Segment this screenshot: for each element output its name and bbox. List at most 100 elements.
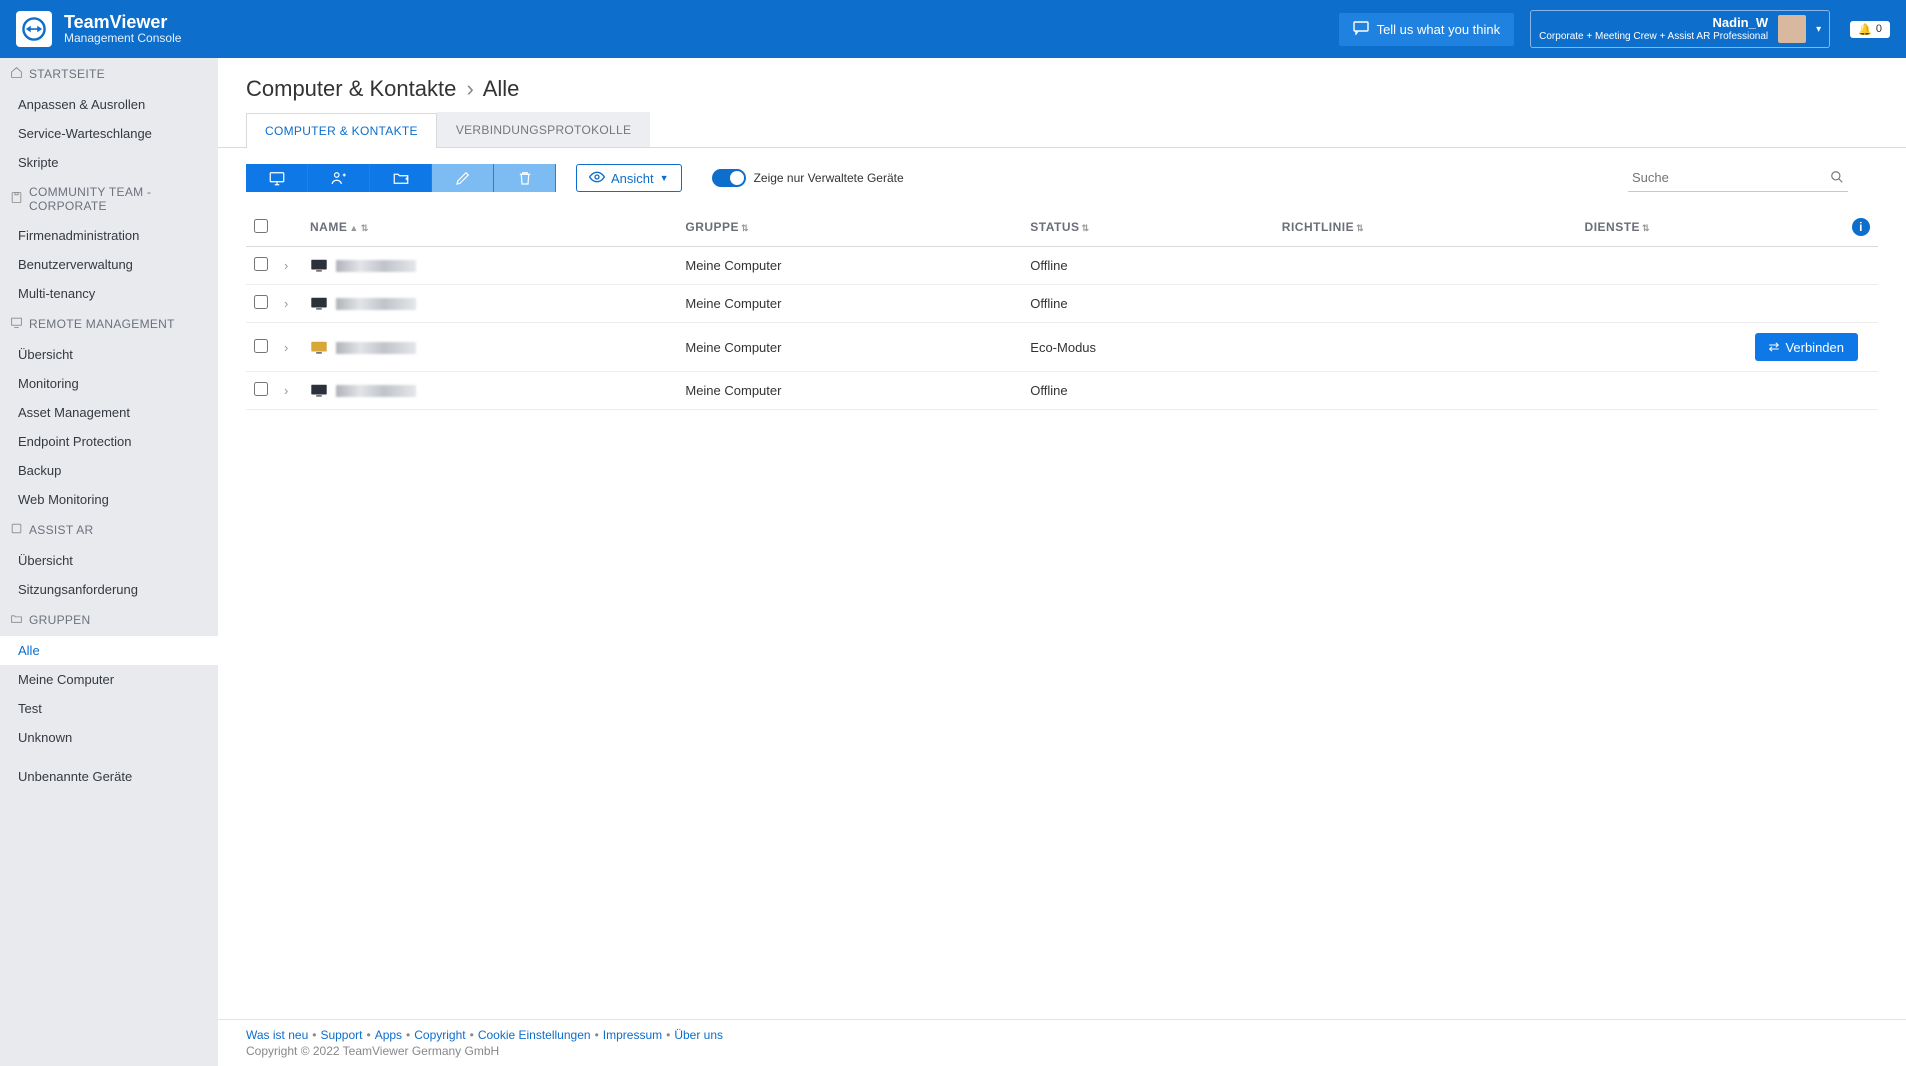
sidebar-item[interactable]: Firmenadministration — [0, 221, 218, 250]
expand-row[interactable]: › — [276, 247, 302, 285]
edit-button — [432, 164, 494, 192]
section-icon — [10, 316, 23, 332]
add-computer-button[interactable] — [246, 164, 308, 192]
tab[interactable]: VERBINDUNGSPROTOKOLLE — [437, 112, 650, 147]
column-header[interactable]: DIENSTE⇅ — [1577, 208, 1747, 247]
cell-policy — [1274, 285, 1577, 323]
sidebar-section-header[interactable]: GRUPPEN — [0, 604, 218, 636]
column-header[interactable]: NAME▲⇅ — [302, 208, 677, 247]
cell-policy — [1274, 247, 1577, 285]
sidebar-item[interactable]: Service-Warteschlange — [0, 119, 218, 148]
sidebar-section-header[interactable]: REMOTE MANAGEMENT — [0, 308, 218, 340]
footer-link[interactable]: Impressum — [603, 1028, 662, 1042]
sidebar-item[interactable]: Meine Computer — [0, 665, 218, 694]
sidebar-item[interactable]: Skripte — [0, 148, 218, 177]
sidebar-section-header[interactable]: STARTSEITE — [0, 58, 218, 90]
app-header: TeamViewer Management Console Tell us wh… — [0, 0, 1906, 58]
cell-name — [302, 372, 677, 410]
sidebar-item[interactable]: Asset Management — [0, 398, 218, 427]
cell-policy — [1274, 323, 1577, 372]
sidebar-item[interactable]: Anpassen & Ausrollen — [0, 90, 218, 119]
action-button-group — [246, 164, 556, 192]
search-icon[interactable] — [1830, 170, 1844, 189]
search-input[interactable] — [1628, 164, 1848, 192]
cell-name — [302, 285, 677, 323]
notif-count: 0 — [1876, 23, 1882, 35]
chevron-down-icon: ▼ — [660, 173, 669, 183]
toolbar: Ansicht ▼ Zeige nur Verwaltete Geräte — [218, 148, 1906, 208]
info-icon[interactable]: i — [1852, 218, 1870, 236]
teamviewer-logo-icon — [16, 11, 52, 47]
column-header[interactable]: GRUPPE⇅ — [677, 208, 1022, 247]
notification-badge[interactable]: 🔔 0 — [1850, 21, 1890, 38]
sidebar-item[interactable]: Web Monitoring — [0, 485, 218, 514]
main-content: Computer & Kontakte › Alle COMPUTER & KO… — [218, 58, 1906, 1066]
section-title: COMMUNITY TEAM - CORPORATE — [29, 185, 208, 213]
section-title: STARTSEITE — [29, 67, 105, 81]
sidebar: STARTSEITE Anpassen & AusrollenService-Wa… — [0, 58, 218, 1066]
table-row[interactable]: › Meine ComputerOffline — [246, 285, 1878, 323]
sidebar-section-header[interactable]: COMMUNITY TEAM - CORPORATE — [0, 177, 218, 221]
row-checkbox[interactable] — [254, 295, 268, 309]
sidebar-section-header[interactable]: ASSIST AR — [0, 514, 218, 546]
footer-link[interactable]: Copyright — [414, 1028, 465, 1042]
user-menu[interactable]: Nadin_W Corporate + Meeting Crew + Assis… — [1530, 10, 1830, 48]
managed-devices-toggle[interactable] — [712, 169, 746, 187]
footer-link[interactable]: Cookie Einstellungen — [478, 1028, 591, 1042]
section-icon — [10, 522, 23, 538]
sidebar-item[interactable]: Benutzerverwaltung — [0, 250, 218, 279]
table-row[interactable]: ›Meine ComputerEco-Modus⇄Verbinden — [246, 323, 1878, 372]
cell-group: Meine Computer — [677, 372, 1022, 410]
cell-group: Meine Computer — [677, 285, 1022, 323]
cell-status: Offline — [1022, 247, 1274, 285]
sidebar-item[interactable]: Endpoint Protection — [0, 427, 218, 456]
table-row[interactable]: ›Meine ComputerOffline — [246, 247, 1878, 285]
expand-row[interactable]: › — [276, 372, 302, 410]
add-group-button[interactable] — [370, 164, 432, 192]
row-checkbox[interactable] — [254, 339, 268, 353]
eye-icon — [589, 171, 605, 186]
column-header[interactable]: RICHTLINIE⇅ — [1274, 208, 1577, 247]
search-field — [1628, 164, 1848, 192]
add-contact-button[interactable] — [308, 164, 370, 192]
sidebar-item[interactable]: Sitzungsanforderung — [0, 575, 218, 604]
tab[interactable]: COMPUTER & KONTAKTE — [246, 113, 437, 148]
monitor-icon — [310, 339, 336, 354]
view-dropdown[interactable]: Ansicht ▼ — [576, 164, 682, 192]
connect-button[interactable]: ⇄Verbinden — [1755, 333, 1858, 361]
breadcrumb: Computer & Kontakte › Alle — [218, 58, 1906, 112]
sidebar-item[interactable]: Übersicht — [0, 546, 218, 575]
cell-services — [1577, 323, 1747, 372]
table-row[interactable]: ›Meine ComputerOffline — [246, 372, 1878, 410]
sidebar-item[interactable]: Unknown — [0, 723, 218, 752]
device-name-redacted — [336, 260, 416, 272]
expand-row[interactable]: › — [276, 285, 302, 323]
crumb-root: Computer & Kontakte — [246, 76, 456, 101]
section-title: REMOTE MANAGEMENT — [29, 317, 175, 331]
select-all-checkbox[interactable] — [254, 219, 268, 233]
expand-row[interactable]: › — [276, 323, 302, 372]
feedback-button[interactable]: Tell us what you think — [1339, 13, 1515, 46]
cell-status: Offline — [1022, 285, 1274, 323]
sidebar-item[interactable]: Unbenannte Geräte — [0, 762, 218, 791]
sidebar-item[interactable]: Backup — [0, 456, 218, 485]
sidebar-item[interactable]: Multi-tenancy — [0, 279, 218, 308]
footer-link[interactable]: Apps — [375, 1028, 402, 1042]
row-checkbox[interactable] — [254, 382, 268, 396]
footer-link[interactable]: Über uns — [674, 1028, 723, 1042]
footer-link[interactable]: Support — [320, 1028, 362, 1042]
sidebar-item[interactable]: Monitoring — [0, 369, 218, 398]
sidebar-item[interactable]: Alle — [0, 636, 218, 665]
sidebar-item[interactable]: Test — [0, 694, 218, 723]
section-icon — [10, 66, 23, 82]
monitor-icon — [310, 296, 336, 311]
sidebar-item[interactable]: Übersicht — [0, 340, 218, 369]
column-header[interactable]: STATUS⇅ — [1022, 208, 1274, 247]
user-plan: Corporate + Meeting Crew + Assist AR Pro… — [1539, 31, 1768, 43]
cell-services — [1577, 247, 1747, 285]
bell-icon: 🔔 — [1858, 23, 1872, 36]
footer-link[interactable]: Was ist neu — [246, 1028, 308, 1042]
connect-label: Verbinden — [1785, 340, 1844, 355]
row-checkbox[interactable] — [254, 257, 268, 271]
cell-group: Meine Computer — [677, 323, 1022, 372]
